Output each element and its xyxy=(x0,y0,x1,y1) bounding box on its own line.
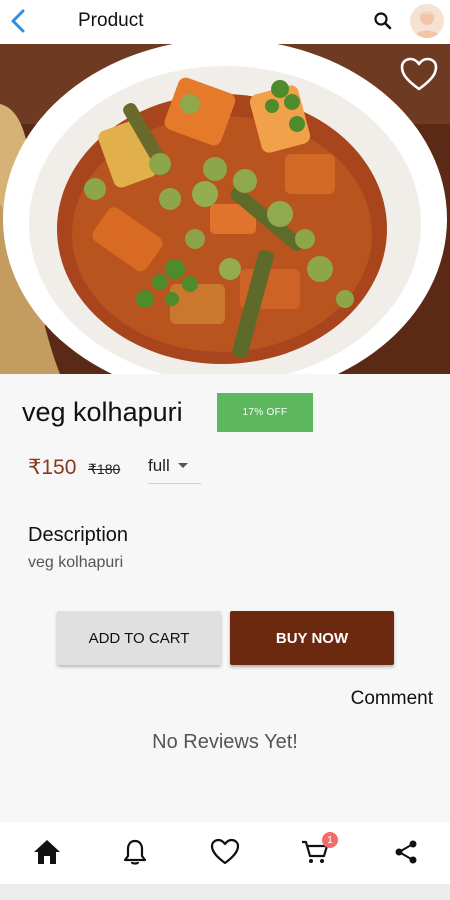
chevron-left-icon[interactable] xyxy=(4,6,34,36)
page-title: Product xyxy=(78,10,144,31)
comment-link[interactable]: Comment xyxy=(351,688,433,710)
bell-icon[interactable] xyxy=(120,837,150,867)
discount-badge: 17% OFF xyxy=(217,393,313,432)
app-bar: Product xyxy=(0,0,450,44)
size-dropdown[interactable]: full xyxy=(148,454,201,484)
size-value: full xyxy=(148,456,170,475)
caret-down-icon xyxy=(177,463,188,468)
description-text: veg kolhapuri xyxy=(28,554,124,571)
no-reviews-text: No Reviews Yet! xyxy=(152,731,298,753)
cart-count-badge: 1 xyxy=(322,832,338,848)
add-to-cart-button[interactable]: ADD TO CART xyxy=(57,611,221,665)
favorite-heart-icon[interactable] xyxy=(400,57,438,93)
original-price: ₹180 xyxy=(88,461,121,477)
bottom-nav: 1 xyxy=(0,822,450,884)
system-bar xyxy=(0,884,450,900)
share-icon[interactable] xyxy=(391,837,421,867)
search-icon[interactable] xyxy=(372,10,394,32)
product-price: ₹150 xyxy=(28,456,77,479)
product-name: veg kolhapuri xyxy=(22,397,183,427)
buy-now-button[interactable]: BUY NOW xyxy=(230,611,394,665)
description-heading: Description xyxy=(28,524,129,546)
user-avatar-icon[interactable] xyxy=(410,4,444,38)
product-image xyxy=(0,44,450,374)
heart-icon[interactable] xyxy=(210,837,240,867)
home-icon[interactable] xyxy=(32,837,62,867)
